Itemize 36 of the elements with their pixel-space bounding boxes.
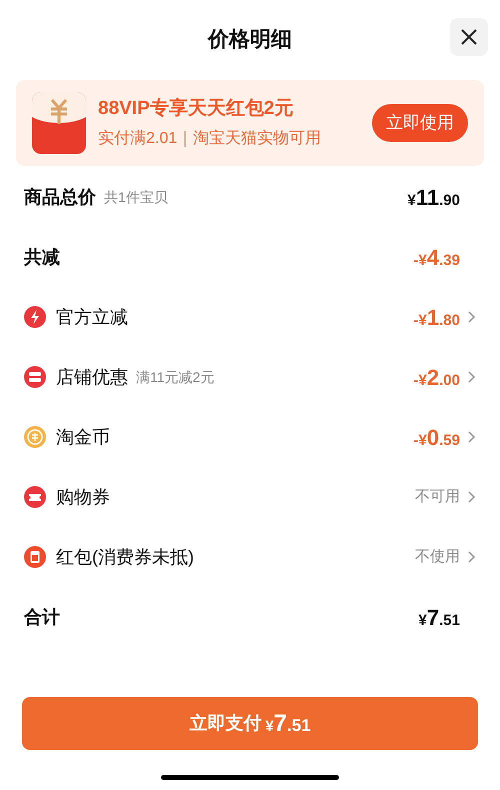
row-note: 满11元减2元 xyxy=(136,368,214,386)
price-amount: ¥7.51 xyxy=(418,604,460,632)
row-label: 淘金币 xyxy=(56,426,110,448)
chevron-right-icon xyxy=(468,551,476,563)
envelope-icon xyxy=(24,546,46,568)
row-status: 不可用 xyxy=(415,486,460,507)
chevron-right-icon xyxy=(468,431,476,443)
use-now-button[interactable]: 立即使用 xyxy=(372,104,468,142)
ticket-icon xyxy=(24,486,46,508)
envelope-icon xyxy=(32,92,86,154)
price-amount: -¥2.00 xyxy=(414,364,460,392)
row-label: 合计 xyxy=(24,606,60,628)
row-label: 店铺优惠 xyxy=(56,366,128,388)
row-label: 官方立减 xyxy=(56,306,128,328)
row-label: 购物券 xyxy=(56,486,110,508)
chevron-right-icon xyxy=(468,491,476,503)
dialog-title: 价格明细 xyxy=(208,27,292,54)
close-icon xyxy=(460,28,478,46)
banner-condition: 实付满2.01｜淘宝天猫实物可用 xyxy=(98,128,322,150)
coin-icon xyxy=(24,426,46,448)
pay-now-button[interactable]: 立即支付 ¥7.51 xyxy=(22,697,478,750)
row-label: 红包(消费券未抵) xyxy=(56,546,194,569)
chevron-right-icon xyxy=(468,371,476,383)
shop-icon xyxy=(24,366,46,388)
chevron-right-icon xyxy=(468,311,476,323)
row-label: 商品总价 xyxy=(24,186,96,208)
price-amount: ¥11.90 xyxy=(408,184,460,212)
lightning-icon xyxy=(24,306,46,328)
price-amount: -¥1.80 xyxy=(414,304,460,332)
price-amount: -¥0.59 xyxy=(414,424,460,452)
row-note: 共1件宝贝 xyxy=(104,188,168,206)
close-button[interactable] xyxy=(450,18,488,56)
row-status: 不使用 xyxy=(415,546,460,567)
banner-headline: 88VIP专享天天红包2元 xyxy=(98,96,294,121)
price-amount: -¥4.39 xyxy=(414,244,460,272)
row-label: 共减 xyxy=(24,246,60,268)
